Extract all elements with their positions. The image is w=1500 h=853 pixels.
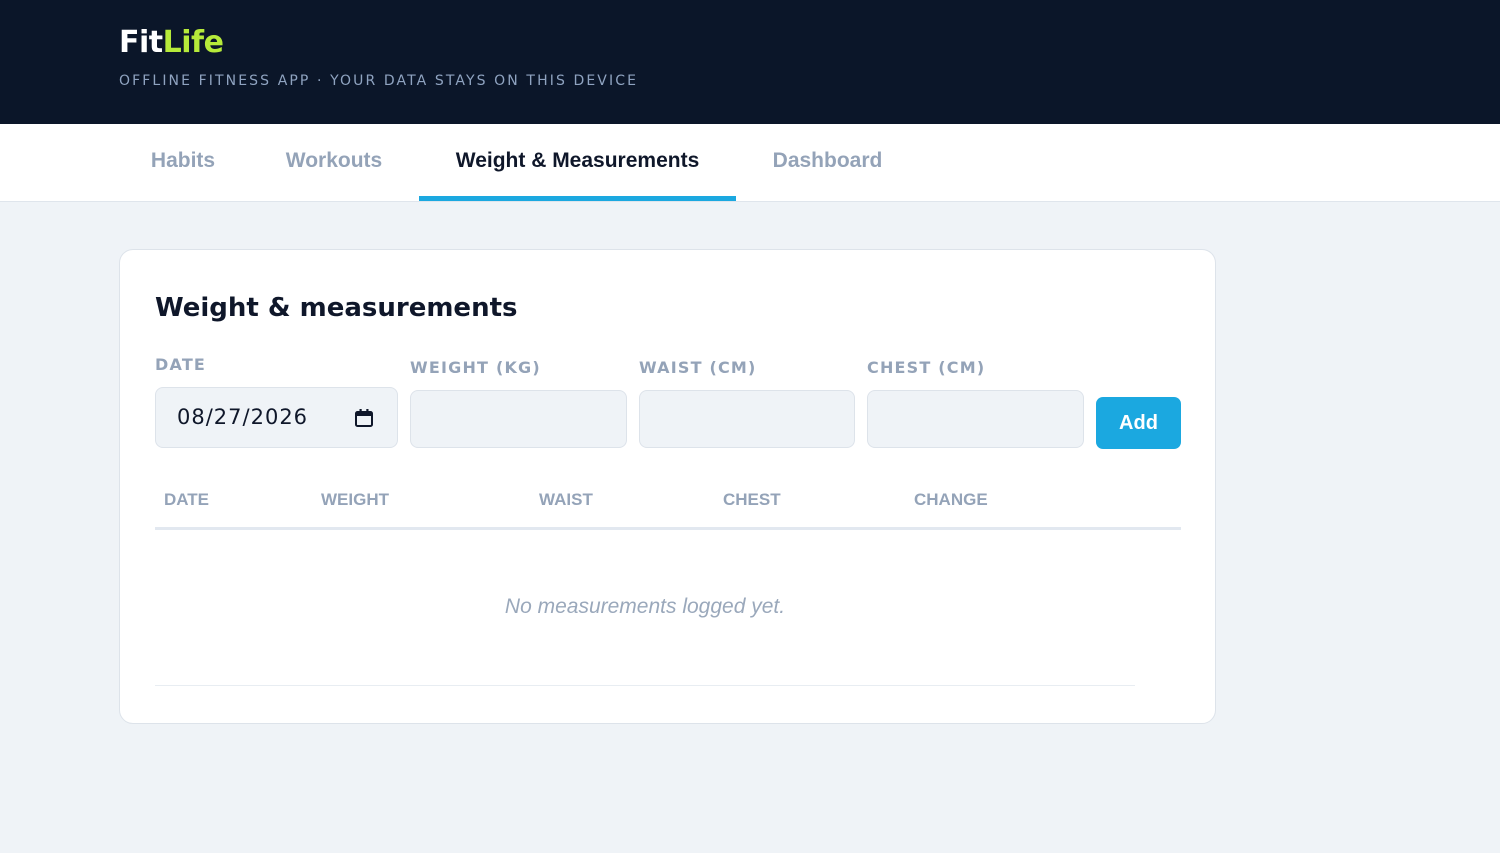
table-header-divider — [155, 527, 1181, 530]
tab-workouts[interactable]: Workouts — [253, 124, 415, 201]
date-value: 08/27/2026 — [177, 405, 309, 429]
date-input[interactable]: 08/27/2026 — [155, 387, 398, 448]
card-title: Weight & measurements — [155, 293, 518, 323]
weight-input[interactable] — [410, 390, 627, 448]
chest-input[interactable] — [867, 390, 1084, 448]
table-bottom-divider — [155, 685, 1135, 686]
waist-input[interactable] — [639, 390, 855, 448]
tab-weight-measurements[interactable]: Weight & Measurements — [419, 124, 736, 201]
column-header-waist: WAIST — [539, 490, 593, 509]
column-header-change: CHANGE — [914, 490, 988, 509]
waist-label: WAIST (CM) — [639, 358, 757, 377]
tab-habits[interactable]: Habits — [119, 124, 247, 201]
app-header: FitLife OFFLINE FITNESS APP · YOUR DATA … — [0, 0, 1500, 124]
measurements-card: Weight & measurements DATE WEIGHT (KG) W… — [119, 249, 1216, 724]
chest-label: CHEST (CM) — [867, 358, 986, 377]
tab-dashboard[interactable]: Dashboard — [740, 124, 915, 201]
add-button[interactable]: Add — [1096, 397, 1181, 449]
tab-bar: Habits Workouts Weight & Measurements Da… — [0, 124, 1500, 202]
app-tagline: OFFLINE FITNESS APP · YOUR DATA STAYS ON… — [119, 73, 639, 89]
column-header-chest: CHEST — [723, 490, 781, 509]
calendar-icon[interactable] — [354, 408, 374, 428]
date-label: DATE — [155, 355, 207, 374]
brand-logo: FitLife — [119, 24, 224, 62]
active-tab-indicator — [419, 196, 736, 201]
column-header-date: DATE — [164, 490, 210, 509]
brand-name-life: Life — [162, 25, 224, 60]
weight-label: WEIGHT (KG) — [410, 358, 541, 377]
empty-state-message: No measurements logged yet. — [504, 595, 786, 618]
column-header-weight: WEIGHT — [321, 490, 389, 509]
brand-name-fit: Fit — [119, 25, 163, 60]
